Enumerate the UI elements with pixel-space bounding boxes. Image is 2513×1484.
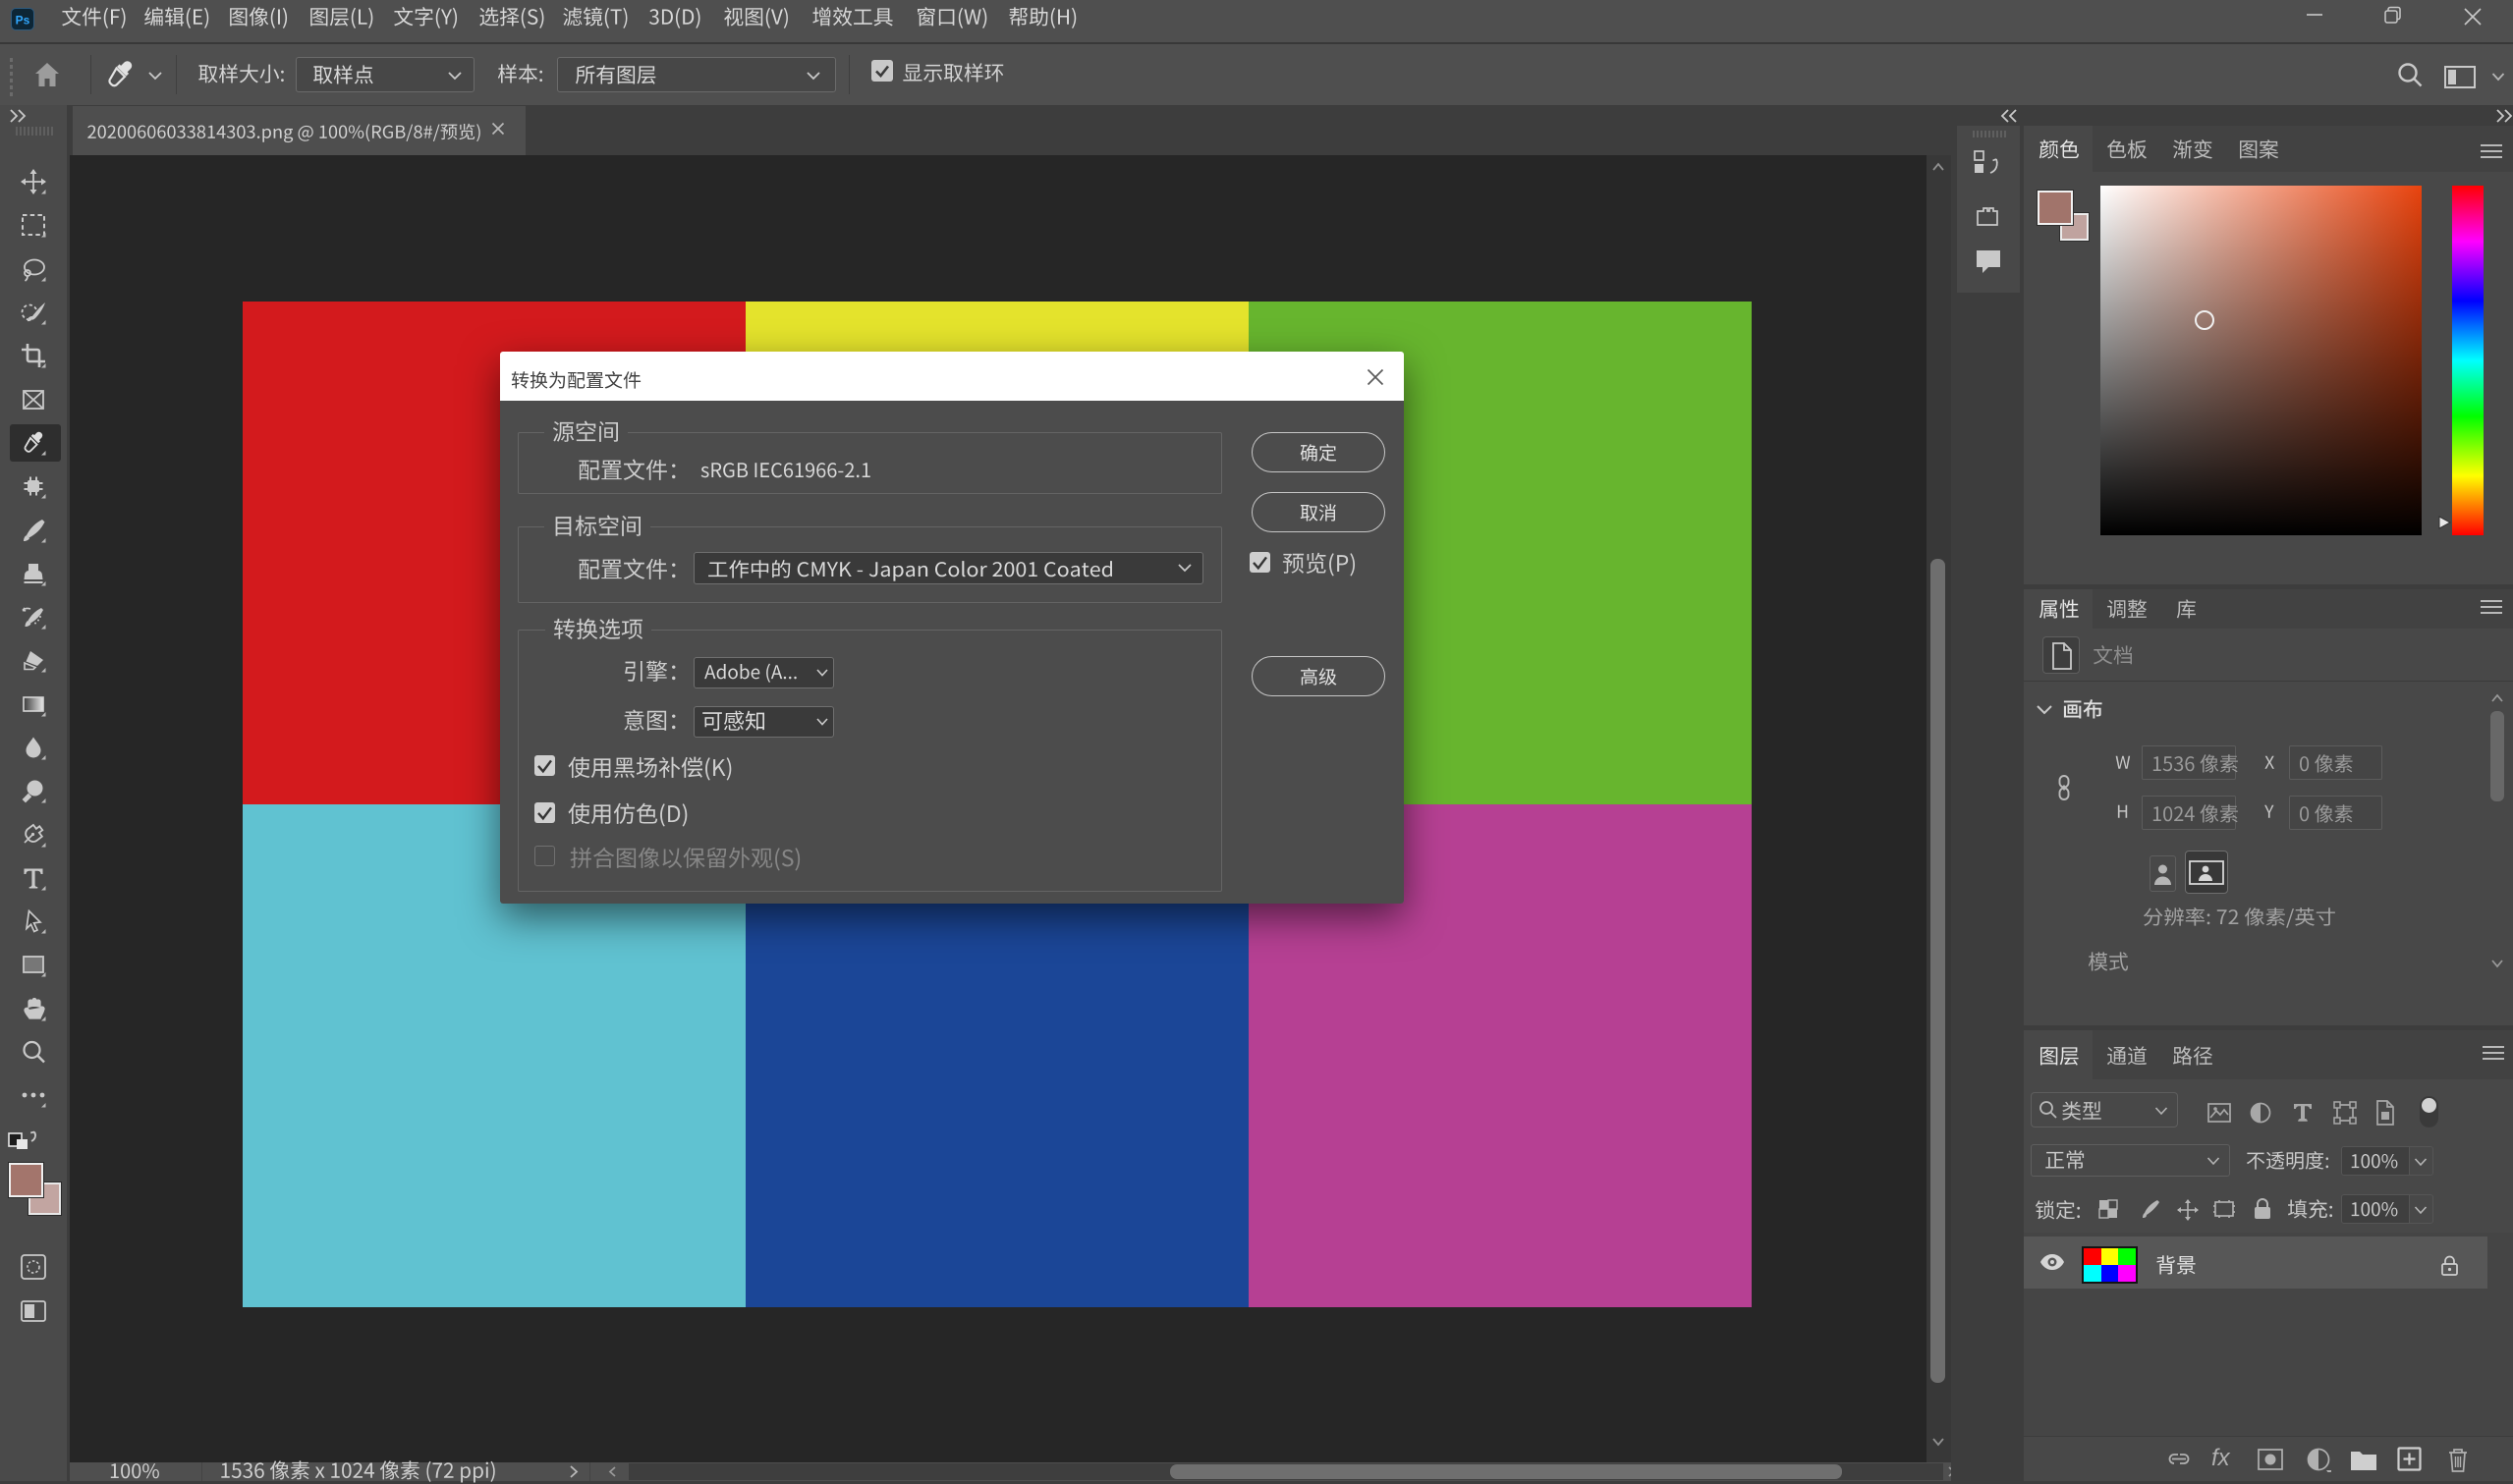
svg-text:fx: fx <box>2211 1445 2231 1471</box>
svg-text:Ps: Ps <box>16 14 30 27</box>
